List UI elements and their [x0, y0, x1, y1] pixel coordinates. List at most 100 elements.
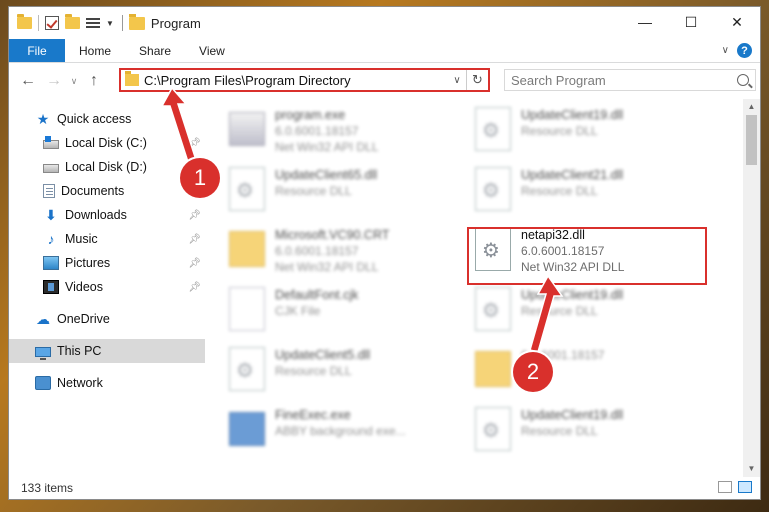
file-text: UpdateClient21.dll Resource DLL	[521, 167, 623, 199]
file-text: UpdateClient19.dll Resource DLL	[521, 287, 623, 319]
explorer-window: ▼ Program — ☐ ✕ File Home Share View ∨ ?…	[8, 6, 761, 500]
file-doc-icon	[229, 167, 265, 211]
tab-view[interactable]: View	[185, 39, 239, 62]
search-icon[interactable]	[737, 74, 749, 86]
search-input[interactable]: Search Program	[504, 69, 756, 91]
vertical-scrollbar[interactable]: ▲ ▼	[743, 99, 760, 477]
recent-locations-caret-icon[interactable]: ∨	[67, 76, 81, 87]
file-app-icon	[229, 412, 265, 446]
scroll-thumb[interactable]	[746, 115, 757, 165]
pin-icon[interactable]: 📌︎	[188, 258, 201, 269]
file-item[interactable]: UpdateClient19.dll Resource DLL	[475, 103, 721, 163]
file-detail-1: Resource DLL	[275, 364, 352, 378]
file-name: Microsoft.VC90.CRT	[275, 228, 390, 242]
file-name: program.exe	[275, 108, 346, 122]
file-detail-1: ABBY background exe...	[275, 424, 406, 438]
scroll-down-icon[interactable]: ▼	[743, 461, 760, 477]
expand-ribbon-icon[interactable]: ∨	[722, 45, 729, 56]
help-icon[interactable]: ?	[737, 43, 752, 58]
file-doc-icon	[475, 407, 511, 451]
tab-file[interactable]: File	[9, 39, 65, 62]
tab-home[interactable]: Home	[65, 39, 125, 62]
customize-toolbar-caret-icon[interactable]: ▼	[106, 19, 114, 28]
address-path[interactable]: C:\Program Files\Program Directory	[144, 73, 448, 88]
details-view-icon[interactable]	[718, 481, 732, 493]
pin-icon[interactable]: 📌︎	[188, 210, 201, 221]
music-icon: ♪	[47, 231, 55, 247]
address-bar[interactable]: C:\Program Files\Program Directory ∨ ↻	[119, 68, 490, 92]
address-dropdown-icon[interactable]: ∨	[448, 75, 466, 86]
file-detail-1: 6.0.6001.18157	[275, 124, 359, 138]
file-name: DefaultFont.cjk	[275, 288, 359, 302]
pictures-icon	[43, 256, 59, 270]
minimize-button[interactable]: —	[622, 7, 668, 37]
sidebar-item-label: This PC	[57, 344, 102, 358]
file-item[interactable]: program.exe 6.0.6001.18157 Net Win32 API D…	[229, 103, 475, 163]
quick-access-toolbar: ▼	[17, 14, 114, 31]
forward-arrow-icon[interactable]: →	[41, 72, 67, 90]
file-name: FineExec.exe	[275, 408, 351, 422]
close-button[interactable]: ✕	[714, 7, 760, 37]
sidebar-item-local-disk-c[interactable]: Local Disk (C:) 📌︎	[9, 131, 205, 155]
drive-windows-icon	[43, 136, 59, 149]
sidebar-item-label: OneDrive	[57, 312, 110, 326]
folder-icon[interactable]	[17, 14, 32, 29]
file-text: FineExec.exe ABBY background exe...	[275, 407, 406, 439]
file-item[interactable]: UpdateClient65.dll Resource DLL	[229, 163, 475, 223]
pin-icon[interactable]: 📌︎	[188, 138, 201, 149]
sidebar-item-downloads[interactable]: ⬇ Downloads 📌︎	[9, 203, 205, 227]
ribbon-right-controls: ∨ ?	[722, 43, 752, 58]
up-arrow-icon[interactable]: ↑	[81, 72, 107, 90]
file-item[interactable]: UpdateClient19.dll Resource DLL	[475, 403, 721, 463]
drive-icon	[43, 164, 59, 173]
file-folder-icon	[475, 351, 511, 387]
file-item[interactable]: UpdateClient21.dll Resource DLL	[475, 163, 721, 223]
pin-icon[interactable]: 📌︎	[188, 234, 201, 245]
file-item[interactable]: UpdateClient5.dll Resource DLL	[229, 343, 475, 403]
new-folder-icon[interactable]	[65, 14, 80, 29]
properties-icon[interactable]	[86, 16, 100, 30]
sidebar-item-label: Downloads	[65, 208, 127, 222]
file-plain-icon	[229, 287, 265, 331]
sidebar-item-videos[interactable]: Videos 📌︎	[9, 275, 205, 299]
refresh-icon[interactable]: ↻	[466, 70, 488, 90]
file-item[interactable]: Microsoft.VC90.CRT 6.0.6001.18157 Net Win3…	[229, 223, 475, 283]
sidebar-item-this-pc[interactable]: This PC	[9, 339, 205, 363]
sidebar-item-label: Pictures	[65, 256, 111, 270]
file-item[interactable]: FineExec.exe ABBY background exe...	[229, 403, 475, 463]
tab-share[interactable]: Share	[125, 39, 185, 62]
documents-icon	[43, 184, 55, 198]
callout-2: 2	[513, 352, 553, 392]
scroll-up-icon[interactable]: ▲	[743, 99, 760, 115]
sidebar-item-documents[interactable]: Documents 📌︎	[9, 179, 205, 203]
sidebar-item-local-disk-d[interactable]: Local Disk (D:)	[9, 155, 205, 179]
file-detail-1: CJK File	[275, 304, 321, 318]
sidebar-item-onedrive[interactable]: ☁ OneDrive	[9, 307, 205, 331]
properties-check-icon[interactable]	[45, 16, 59, 30]
file-folder-icon	[229, 231, 265, 267]
maximize-button[interactable]: ☐	[668, 7, 714, 37]
file-item[interactable]: UpdateClient19.dll Resource DLL	[475, 283, 721, 343]
sidebar-item-pictures[interactable]: Pictures 📌︎	[9, 251, 205, 275]
status-bar: 133 items	[9, 477, 760, 499]
view-toggle	[718, 481, 752, 493]
callout-1: 1	[180, 158, 220, 198]
sidebar-item-music[interactable]: ♪ Music 📌︎	[9, 227, 205, 251]
sidebar-item-label: Videos	[65, 280, 103, 294]
sidebar-item-quick-access[interactable]: ★ Quick access	[9, 107, 205, 131]
pin-icon[interactable]: 📌︎	[188, 282, 201, 293]
back-arrow-icon[interactable]: ←	[15, 72, 41, 90]
file-detail-2: Net Win32 API DLL	[275, 260, 379, 274]
file-item[interactable]: 6.0.6001.18157	[475, 343, 721, 403]
star-icon: ★	[36, 111, 50, 127]
navigation-bar: ← → ∨ ↑ C:\Program Files\Program Directo…	[9, 63, 760, 99]
file-item[interactable]: DefaultFont.cjk CJK File	[229, 283, 475, 343]
file-text: UpdateClient19.dll Resource DLL	[521, 407, 623, 439]
network-icon	[35, 376, 51, 390]
tiles-view-icon[interactable]	[738, 481, 752, 493]
sidebar-item-network[interactable]: Network	[9, 371, 205, 395]
file-text: UpdateClient19.dll Resource DLL	[521, 107, 623, 139]
